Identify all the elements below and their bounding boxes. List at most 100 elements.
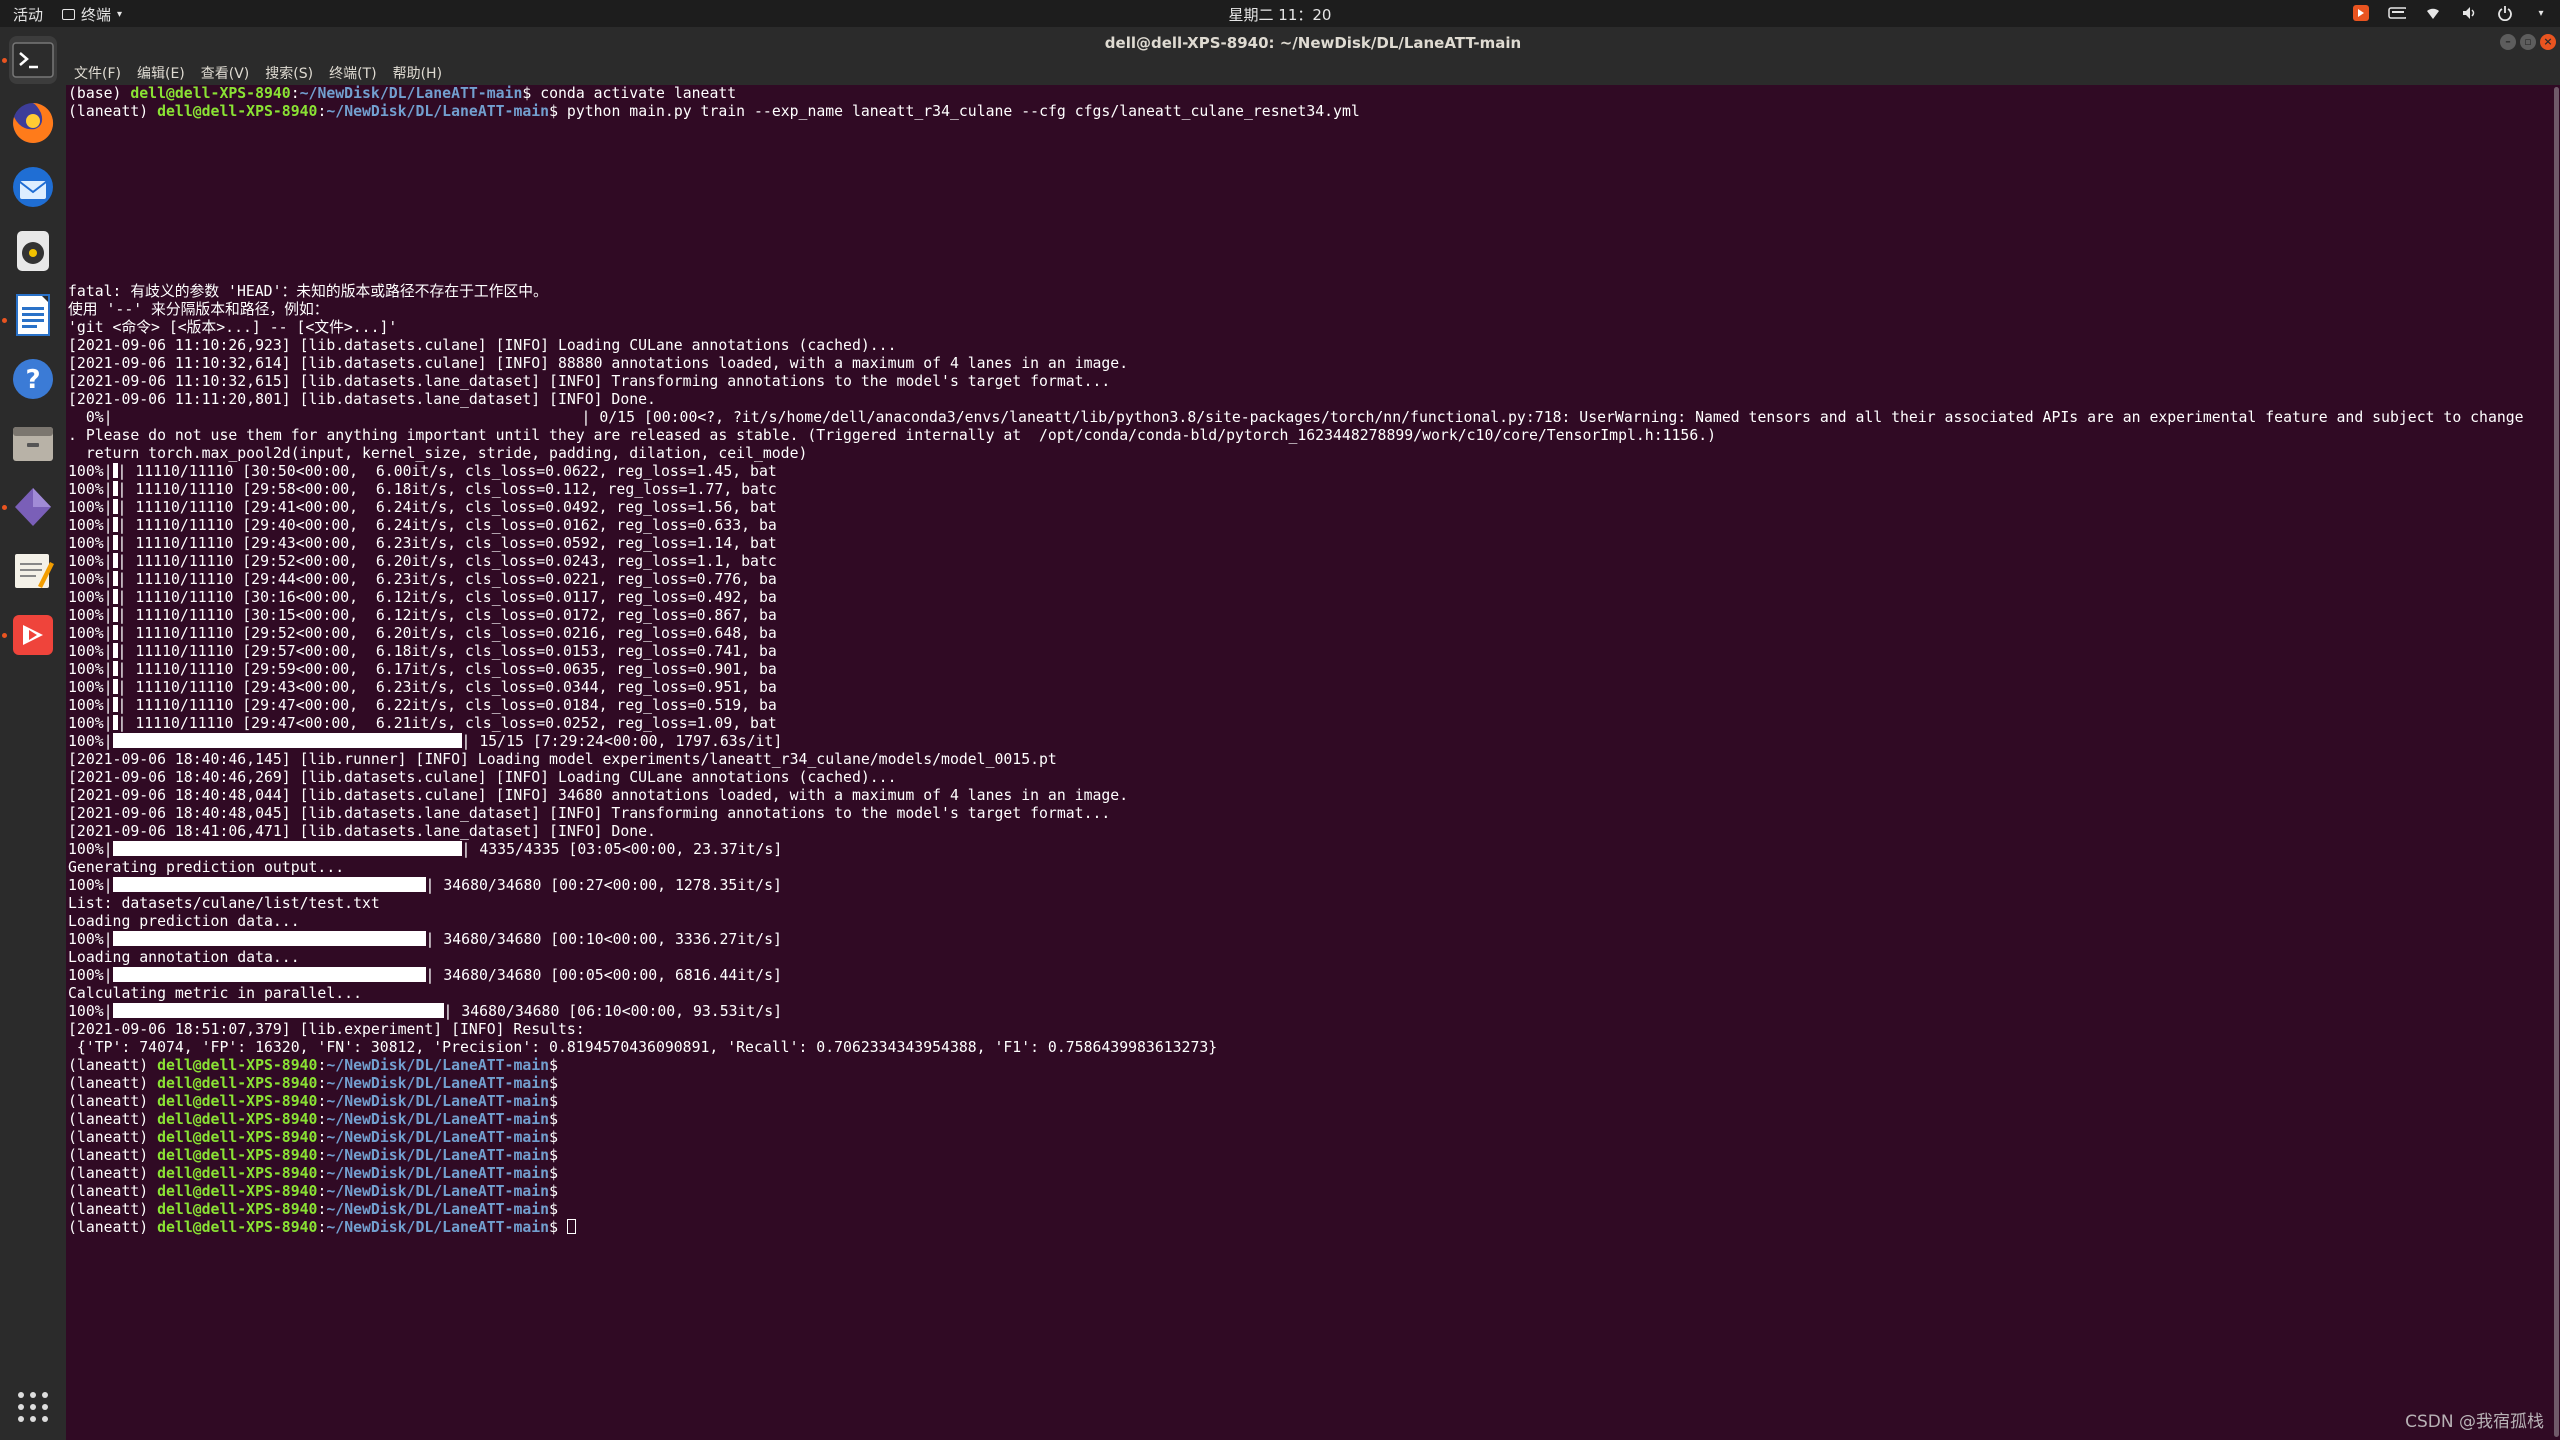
keyboard-icon[interactable] (2388, 4, 2406, 22)
env-label: (laneatt) (68, 1165, 158, 1182)
prompt-line: (base) dell@dell-XPS-8940:~/NewDisk/DL/L… (68, 85, 737, 102)
window-titlebar[interactable]: dell@dell-XPS-8940: ~/NewDisk/DL/LaneATT… (66, 27, 2560, 61)
minimize-button[interactable]: – (2500, 34, 2516, 50)
prompt-path: ~/NewDisk/DL/LaneATT-main (326, 1219, 550, 1236)
output-line: [2021-09-06 18:40:46,145] [lib.runner] [… (68, 751, 1057, 768)
prompt-line: (laneatt) dell@dell-XPS-8940:~/NewDisk/D… (68, 1183, 567, 1200)
prompt-line: (laneatt) dell@dell-XPS-8940:~/NewDisk/D… (68, 1201, 567, 1218)
terminal-icon[interactable] (9, 36, 57, 84)
progress-pct: 100%| (68, 877, 113, 894)
chevron-down-icon[interactable]: ▾ (2532, 4, 2550, 22)
progress-pct: 100%| (68, 661, 113, 678)
prompt-user: dell@dell-XPS-8940 (157, 1183, 318, 1200)
scrollbar[interactable] (2552, 85, 2560, 1440)
menu-terminal[interactable]: 终端(T) (327, 61, 378, 85)
prompt-user: dell@dell-XPS-8940 (157, 103, 318, 120)
prompt-path: ~/NewDisk/DL/LaneATT-main (326, 1111, 550, 1128)
epoch-progress-line: 100%| | 11110/11110 [29:52<00:00, 6.20it/… (68, 553, 2524, 571)
prompt-path: ~/NewDisk/DL/LaneATT-main (326, 1057, 550, 1074)
output-line: Calculating metric in parallel... (68, 985, 362, 1002)
progress-text: | 11110/11110 [29:58<00:00, 6.18it/s, cl… (117, 481, 777, 498)
progress-line: 100%| | 34680/34680 [00:27<00:00, 1278.35… (68, 877, 2524, 895)
prompt-line: (laneatt) dell@dell-XPS-8940:~/NewDisk/D… (68, 1219, 2524, 1237)
output-line: 'git <命令> [<版本>...] -- [<文件>...]' (68, 319, 398, 336)
menu-help[interactable]: 帮助(H) (391, 61, 444, 85)
prompt-path: ~/NewDisk/DL/LaneATT-main (326, 1129, 550, 1146)
prompt-line: (laneatt) dell@dell-XPS-8940:~/NewDisk/D… (68, 1075, 567, 1092)
progress-pct: 100%| (68, 697, 113, 714)
help-icon[interactable]: ? (9, 355, 57, 403)
network-icon[interactable] (2424, 4, 2442, 22)
env-label: (laneatt) (68, 103, 158, 120)
menu-edit[interactable]: 编辑(E) (135, 61, 187, 85)
output-line: Generating prediction output... (68, 859, 345, 876)
cursor[interactable] (566, 1219, 576, 1234)
progress-pct: 100%| (68, 607, 113, 624)
progress-text: | 15/15 [7:29:24<00:00, 1797.63s/it] (461, 733, 783, 750)
prompt-line: (laneatt) dell@dell-XPS-8940:~/NewDisk/D… (68, 1165, 567, 1182)
libreoffice-writer-icon[interactable] (9, 291, 57, 339)
progress-bar (112, 877, 426, 892)
progress-text: | 11110/11110 [30:15<00:00, 6.12it/s, cl… (117, 607, 777, 624)
anydesk-tray-icon[interactable] (2352, 4, 2370, 22)
anydesk-icon[interactable] (9, 611, 57, 659)
prompt-line: (laneatt) dell@dell-XPS-8940:~/NewDisk/D… (68, 1147, 567, 1164)
terminal-output[interactable]: (base) dell@dell-XPS-8940:~/NewDisk/DL/L… (66, 85, 2552, 1440)
progress-pct: 100%| (68, 643, 113, 660)
clock[interactable]: 星期二 11：20 (0, 4, 2560, 25)
scrollbar-thumb[interactable] (2554, 87, 2559, 1437)
volume-icon[interactable] (2460, 4, 2478, 22)
power-icon[interactable] (2496, 4, 2514, 22)
epoch-progress-line: 100%| | 11110/11110 [30:50<00:00, 6.00it/… (68, 463, 2524, 481)
prompt-line: (laneatt) dell@dell-XPS-8940:~/NewDisk/D… (68, 103, 1360, 120)
output-line: [2021-09-06 11:10:32,614] [lib.datasets.… (68, 355, 1129, 372)
output-line: [2021-09-06 18:41:06,471] [lib.datasets.… (68, 823, 656, 840)
epoch-progress-line: 100%| | 11110/11110 [29:52<00:00, 6.20it/… (68, 625, 2524, 643)
progress-pct: 100%| (68, 535, 113, 552)
menu-search[interactable]: 搜索(S) (263, 61, 315, 85)
progress-text: | 11110/11110 [29:57<00:00, 6.18it/s, cl… (117, 643, 777, 660)
output-line: [2021-09-06 11:11:20,801] [lib.datasets.… (68, 391, 656, 408)
progress-pct: 100%| (68, 499, 113, 516)
firefox-icon[interactable] (9, 99, 57, 147)
progress-text: | 11110/11110 [30:16<00:00, 6.12it/s, cl… (117, 589, 777, 606)
show-apps-icon[interactable] (9, 1383, 57, 1431)
close-button[interactable]: × (2540, 34, 2556, 50)
progress-line: 100%| | 15/15 [7:29:24<00:00, 1797.63s/it… (68, 733, 2524, 751)
app-icon[interactable] (9, 483, 57, 531)
output-line: [2021-09-06 11:10:32,615] [lib.datasets.… (68, 373, 1111, 390)
progress-line: 100%| | 4335/4335 [03:05<00:00, 23.37it/s… (68, 841, 2524, 859)
prompt-line: (laneatt) dell@dell-XPS-8940:~/NewDisk/D… (68, 1129, 567, 1146)
running-indicator (2, 633, 7, 638)
epoch-progress-line: 100%| | 11110/11110 [29:40<00:00, 6.24it/… (68, 517, 2524, 535)
progress-bar (112, 841, 462, 856)
progress-text: | 11110/11110 [29:41<00:00, 6.24it/s, cl… (117, 499, 777, 516)
progress-pct: 100%| (68, 517, 113, 534)
menu-file[interactable]: 文件(F) (72, 61, 123, 85)
progress-pct: 100%| (68, 463, 113, 480)
output-line: Loading annotation data... (68, 949, 300, 966)
maximize-button[interactable]: ▫ (2520, 34, 2536, 50)
epoch-progress-line: 100%| | 11110/11110 [29:58<00:00, 6.18it/… (68, 481, 2524, 499)
progress-pct: 0%| (68, 409, 113, 426)
thunderbird-icon[interactable] (9, 163, 57, 211)
text-editor-icon[interactable] (9, 547, 57, 595)
progress-text: | 11110/11110 [29:40<00:00, 6.24it/s, cl… (117, 517, 777, 534)
prompt-user: dell@dell-XPS-8940 (157, 1165, 318, 1182)
prompt-user: dell@dell-XPS-8940 (157, 1057, 318, 1074)
prompt-path: ~/NewDisk/DL/LaneATT-main (326, 1075, 550, 1092)
env-label: (laneatt) (68, 1129, 158, 1146)
dock: ? (0, 27, 66, 1440)
menu-bar: 文件(F) 编辑(E) 查看(V) 搜索(S) 终端(T) 帮助(H) (66, 61, 2560, 85)
progress-text: | 11110/11110 [29:43<00:00, 6.23it/s, cl… (117, 535, 777, 552)
system-tray[interactable]: ▾ (2352, 4, 2550, 22)
output-block-1: fatal: 有歧义的参数 'HEAD'：未知的版本或路径不存在于工作区中。 使用… (68, 283, 2524, 409)
progress-pct: 100%| (68, 967, 113, 984)
rhythmbox-icon[interactable] (9, 227, 57, 275)
prompt-line: (laneatt) dell@dell-XPS-8940:~/NewDisk/D… (68, 1111, 567, 1128)
epoch-progress-line: 100%| | 11110/11110 [29:59<00:00, 6.17it/… (68, 661, 2524, 679)
files-icon[interactable] (9, 419, 57, 467)
menu-view[interactable]: 查看(V) (199, 61, 252, 85)
epoch-progress-line: 100%| | 11110/11110 [29:43<00:00, 6.23it/… (68, 535, 2524, 553)
prompt-user: dell@dell-XPS-8940 (130, 85, 291, 102)
